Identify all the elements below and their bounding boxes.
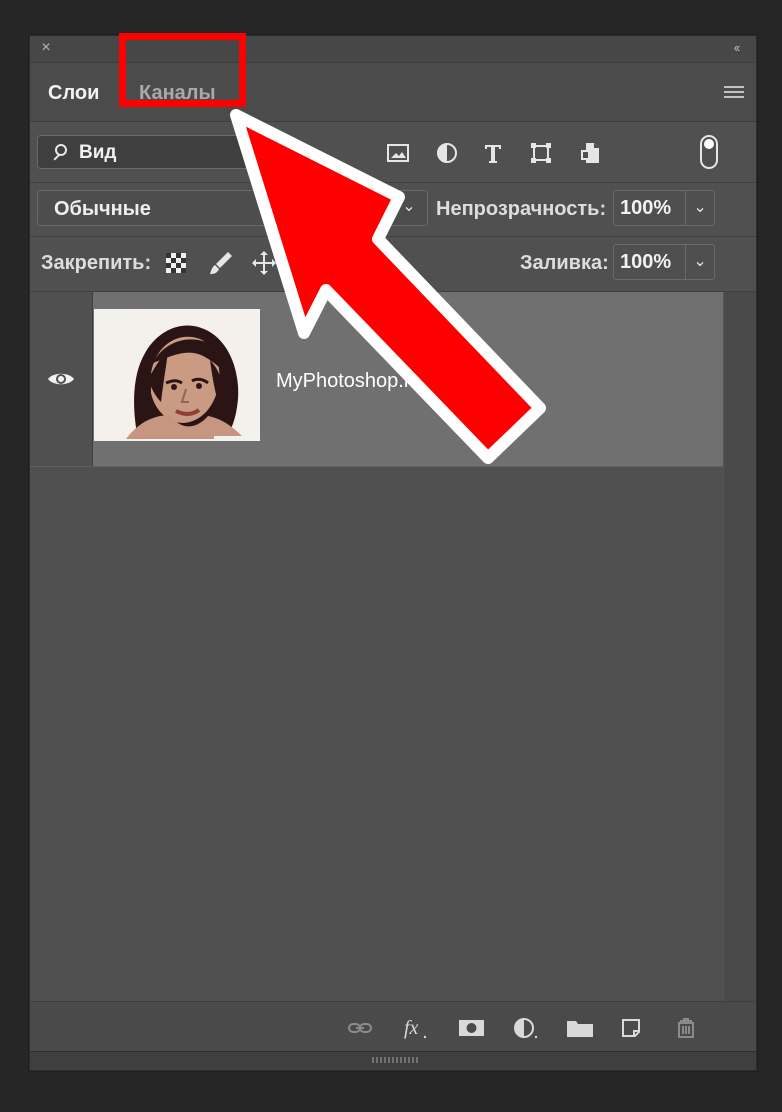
layer-name[interactable]: MyPhotoshop.r [276,369,411,393]
lock-fill-row: Закрепить: Заливка: 100% ⌄ [30,237,756,292]
layer-row[interactable]: MyPhotoshop.r [30,292,724,467]
filter-kind-value: Вид [79,142,117,163]
resize-grip-icon[interactable] [372,1057,418,1063]
blend-mode-select[interactable]: Обычные ⌄ [37,190,428,226]
opacity-label: Непрозрачность: [436,198,607,220]
panel-resize-handle[interactable] [30,1051,756,1070]
chevron-down-icon[interactable]: ⌄ [685,191,714,225]
fill-value: 100% [620,251,672,273]
fx-icon[interactable]: fx [401,1016,429,1040]
shape-filter-icon[interactable] [529,141,553,165]
chevron-down-icon: ⌄ [402,198,416,215]
layers-bottom-toolbar: fx [30,1001,756,1052]
portrait-thumbnail-image [96,311,258,439]
mask-icon[interactable] [458,1016,486,1040]
panel-title-bar: × ‹‹ [30,36,756,63]
folder-icon[interactable] [566,1016,594,1040]
new-layer-icon[interactable] [619,1016,647,1040]
link-icon[interactable] [346,1016,374,1040]
layers-scrollbar[interactable] [723,292,756,1002]
smart-object-filter-icon[interactable] [579,141,603,165]
svg-text:fx: fx [404,1017,419,1039]
adjustment-filter-icon[interactable] [435,141,459,165]
layer-thumbnail[interactable] [94,309,260,441]
blend-opacity-row: Обычные ⌄ Непрозрачность: 100% ⌄ [30,183,756,237]
menu-line [724,96,744,98]
chevron-down-icon[interactable]: ⌄ [685,245,714,279]
blend-mode-value: Обычные [54,198,151,220]
opacity-field[interactable]: 100% ⌄ [613,190,715,226]
filter-toggle-icon[interactable] [700,135,718,169]
lock-transparent-pixels-icon[interactable] [163,250,189,276]
layers-panel: × ‹‹ Слои Каналы Вид Обычные ⌄ Непрозрач… [29,33,757,1071]
eye-icon[interactable] [47,370,75,388]
image-filter-icon[interactable] [386,141,410,165]
layer-filter-row: Вид [30,122,756,183]
tab-layers[interactable]: Слои [48,79,99,107]
close-icon[interactable]: × [38,40,54,56]
search-icon [55,144,67,156]
double-chevron-left-icon[interactable]: ‹‹ [727,40,745,56]
type-filter-icon[interactable] [481,141,505,165]
panel-tabs: Слои Каналы [30,33,756,122]
hamburger-menu-icon[interactable] [724,86,744,102]
tab-channels[interactable]: Каналы [139,79,216,107]
lock-image-pixels-icon[interactable] [208,250,234,276]
layers-list: MyPhotoshop.r [30,292,756,1002]
fill-field[interactable]: 100% ⌄ [613,244,715,280]
lock-position-icon[interactable] [251,250,277,276]
lock-label: Закрепить: [41,252,152,274]
photoshop-layers-screenshot: × ‹‹ Слои Каналы Вид Обычные ⌄ Непрозрач… [0,0,782,1112]
opacity-value: 100% [620,197,672,219]
filter-kind-select[interactable]: Вид [37,135,289,169]
menu-line [724,86,744,88]
fill-label: Заливка: [520,252,609,274]
trash-icon[interactable] [672,1016,700,1040]
visibility-cell[interactable] [30,292,93,466]
menu-line [724,91,744,93]
adjustment-icon[interactable] [511,1016,539,1040]
